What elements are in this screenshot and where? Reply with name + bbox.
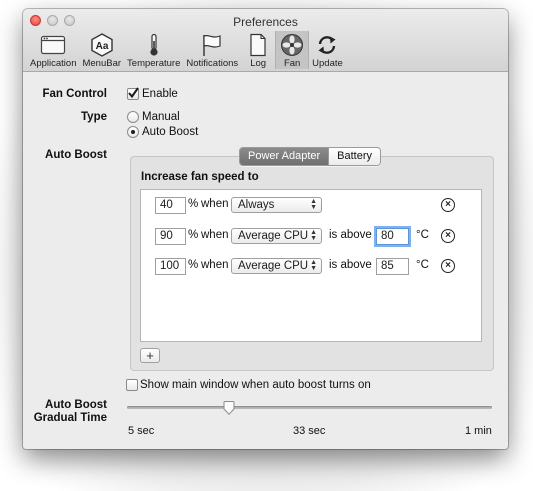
when-label: when xyxy=(201,229,229,241)
tab-power-adapter[interactable]: Power Adapter xyxy=(240,148,329,165)
rule-1-percent-field[interactable]: 40 xyxy=(155,197,186,214)
rule-3-threshold-field[interactable]: 85 xyxy=(376,258,409,275)
toolbar-item-update[interactable]: Update xyxy=(309,31,346,69)
application-window-icon xyxy=(39,33,67,57)
popup-value: Always xyxy=(238,199,275,211)
fan-icon xyxy=(278,33,306,57)
celsius-unit: °C xyxy=(416,229,429,241)
rule-3-remove-icon[interactable]: × xyxy=(441,259,455,273)
rule-2-condition-popup[interactable]: Average CPU ▲ ▼ xyxy=(231,228,322,244)
gradual-time-slider-knob[interactable] xyxy=(223,401,235,415)
enable-checkbox[interactable] xyxy=(127,87,139,100)
flag-icon xyxy=(198,33,226,57)
gradual-time-slider-track[interactable] xyxy=(127,406,492,409)
gradual-time-label-line1: Auto Boost xyxy=(45,399,107,411)
percent-sign: % xyxy=(188,259,199,271)
increase-fan-speed-header: Increase fan speed to xyxy=(141,171,259,183)
celsius-unit: °C xyxy=(416,259,429,271)
is-above-label: is above xyxy=(329,229,372,241)
percent-sign: % xyxy=(188,198,199,210)
popup-value: Average CPU xyxy=(238,260,309,272)
rule-2-remove-icon[interactable]: × xyxy=(441,229,455,243)
toolbar-label: MenuBar xyxy=(82,58,122,69)
radio-auto-boost[interactable] xyxy=(127,126,139,138)
toolbar: Application Aa MenuBar Temperature Notif… xyxy=(27,31,346,71)
document-icon xyxy=(244,33,272,57)
enable-label: Enable xyxy=(142,88,178,100)
toolbar-item-application[interactable]: Application xyxy=(27,31,79,69)
rule-3-condition-popup[interactable]: Average CPU ▲ ▼ xyxy=(231,258,322,274)
toolbar-label: Fan xyxy=(283,58,301,69)
menubar-aa-icon: Aa xyxy=(88,33,116,57)
toolbar-item-fan[interactable]: Fan xyxy=(275,31,310,69)
auto-boost-label: Auto Boost xyxy=(45,149,107,161)
toolbar-label: Notifications xyxy=(186,58,239,69)
popup-arrows-icon: ▲ ▼ xyxy=(310,229,317,242)
toolbar-item-temperature[interactable]: Temperature xyxy=(124,31,183,69)
percent-sign: % xyxy=(188,229,199,241)
gradual-time-label: Auto Boost Gradual Time xyxy=(23,399,107,425)
type-label: Type xyxy=(81,111,107,123)
rule-3-percent-field[interactable]: 100 xyxy=(155,258,186,275)
preferences-window: Preferences Application Aa MenuBar Tempe… xyxy=(23,9,508,449)
toolbar-label: Log xyxy=(250,58,267,69)
refresh-icon xyxy=(313,33,341,57)
toolbar-item-log[interactable]: Log xyxy=(241,31,275,69)
power-source-segmented-control: Power Adapter Battery xyxy=(239,147,382,166)
popup-arrows-icon: ▲ ▼ xyxy=(310,198,317,211)
slider-tick-max: 1 min xyxy=(465,425,492,437)
toolbar-label: Temperature xyxy=(127,58,181,69)
show-main-window-checkbox[interactable] xyxy=(126,379,138,391)
is-above-label: is above xyxy=(329,259,372,271)
svg-text:Aa: Aa xyxy=(95,41,108,52)
gradual-time-label-line2: Gradual Time xyxy=(33,412,107,424)
slider-tick-min: 5 sec xyxy=(128,425,155,437)
rule-1-remove-icon[interactable]: × xyxy=(441,198,455,212)
thermometer-icon xyxy=(140,33,168,57)
tab-battery[interactable]: Battery xyxy=(328,148,381,165)
fan-control-label: Fan Control xyxy=(42,88,107,100)
show-main-window-label: Show main window when auto boost turns o… xyxy=(140,379,371,391)
toolbar-label: Update xyxy=(312,58,343,69)
rule-2-threshold-field[interactable]: 80 xyxy=(376,228,409,245)
toolbar-item-menubar[interactable]: Aa MenuBar xyxy=(79,31,124,69)
rule-1-condition-popup[interactable]: Always ▲ ▼ xyxy=(231,197,322,213)
when-label: when xyxy=(201,198,229,210)
popup-value: Average CPU xyxy=(238,230,309,242)
popup-arrows-icon: ▲ ▼ xyxy=(310,259,317,272)
title-bar: Preferences Application Aa MenuBar Tempe… xyxy=(23,9,508,72)
radio-manual-label: Manual xyxy=(142,111,180,123)
rule-2-percent-field[interactable]: 90 xyxy=(155,228,186,245)
slider-tick-mid: 33 sec xyxy=(293,425,326,437)
window-title: Preferences xyxy=(233,15,298,29)
add-rule-button[interactable]: + xyxy=(140,348,160,363)
radio-auto-boost-label: Auto Boost xyxy=(142,126,199,138)
when-label: when xyxy=(201,259,229,271)
toolbar-item-notifications[interactable]: Notifications xyxy=(183,31,241,69)
radio-manual[interactable] xyxy=(127,111,139,123)
toolbar-label: Application xyxy=(30,58,77,69)
checkmark-icon xyxy=(128,87,139,99)
